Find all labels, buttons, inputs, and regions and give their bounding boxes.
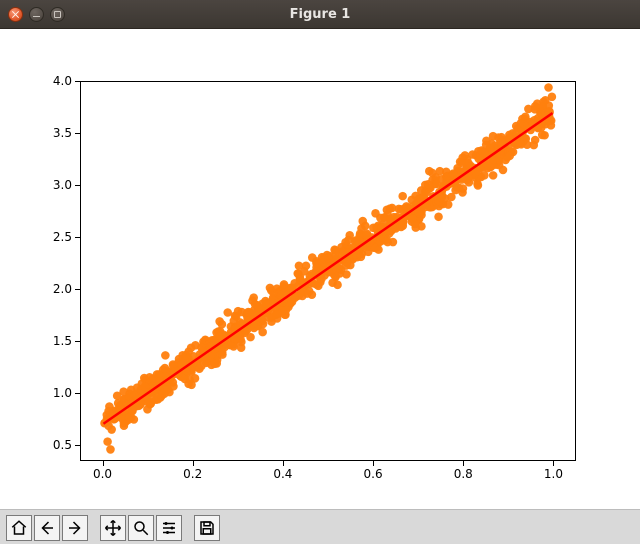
home-icon — [10, 519, 28, 537]
ytick-label: 2.5 — [46, 230, 72, 244]
ytick-label: 4.0 — [46, 74, 72, 88]
minimize-icon[interactable] — [29, 7, 44, 22]
forward-button[interactable] — [62, 515, 88, 541]
xtick-mark — [103, 461, 104, 466]
xtick-mark — [553, 461, 554, 466]
xtick-label: 0.8 — [454, 467, 473, 481]
ytick-mark — [75, 185, 80, 186]
arrow-left-icon — [38, 519, 56, 537]
xtick-label: 0.0 — [93, 467, 112, 481]
arrow-right-icon — [66, 519, 84, 537]
matplotlib-toolbar — [0, 509, 640, 544]
xtick-label: 0.6 — [364, 467, 383, 481]
plot-axes — [80, 81, 576, 461]
ytick-mark — [75, 289, 80, 290]
window-title: Figure 1 — [0, 7, 640, 22]
window-titlebar: Figure 1 — [0, 0, 640, 29]
fit-line — [81, 82, 575, 460]
ytick-mark — [75, 341, 80, 342]
sliders-icon — [160, 519, 178, 537]
ytick-mark — [75, 445, 80, 446]
xtick-mark — [193, 461, 194, 466]
magnify-icon — [132, 519, 150, 537]
ytick-mark — [75, 237, 80, 238]
move-icon — [104, 519, 122, 537]
ytick-label: 1.0 — [46, 386, 72, 400]
ytick-mark — [75, 393, 80, 394]
ytick-label: 3.0 — [46, 178, 72, 192]
zoom-button[interactable] — [128, 515, 154, 541]
xtick-mark — [463, 461, 464, 466]
xtick-mark — [283, 461, 284, 466]
figure-canvas: 0.0 0.2 0.4 0.6 0.8 1.0 0.5 1.0 1.5 2.0 2.5 3.0 3.5 4… — [0, 29, 640, 509]
save-button[interactable] — [194, 515, 220, 541]
xtick-label: 0.2 — [183, 467, 202, 481]
save-icon — [198, 519, 216, 537]
ytick-mark — [75, 133, 80, 134]
ytick-label: 0.5 — [46, 438, 72, 452]
maximize-icon[interactable] — [50, 7, 65, 22]
close-icon[interactable] — [8, 7, 23, 22]
xtick-mark — [373, 461, 374, 466]
ytick-label: 2.0 — [46, 282, 72, 296]
xtick-label: 1.0 — [544, 467, 563, 481]
home-button[interactable] — [6, 515, 32, 541]
back-button[interactable] — [34, 515, 60, 541]
ytick-label: 3.5 — [46, 126, 72, 140]
ytick-mark — [75, 81, 80, 82]
configure-button[interactable] — [156, 515, 182, 541]
ytick-label: 1.5 — [46, 334, 72, 348]
xtick-label: 0.4 — [273, 467, 292, 481]
pan-button[interactable] — [100, 515, 126, 541]
